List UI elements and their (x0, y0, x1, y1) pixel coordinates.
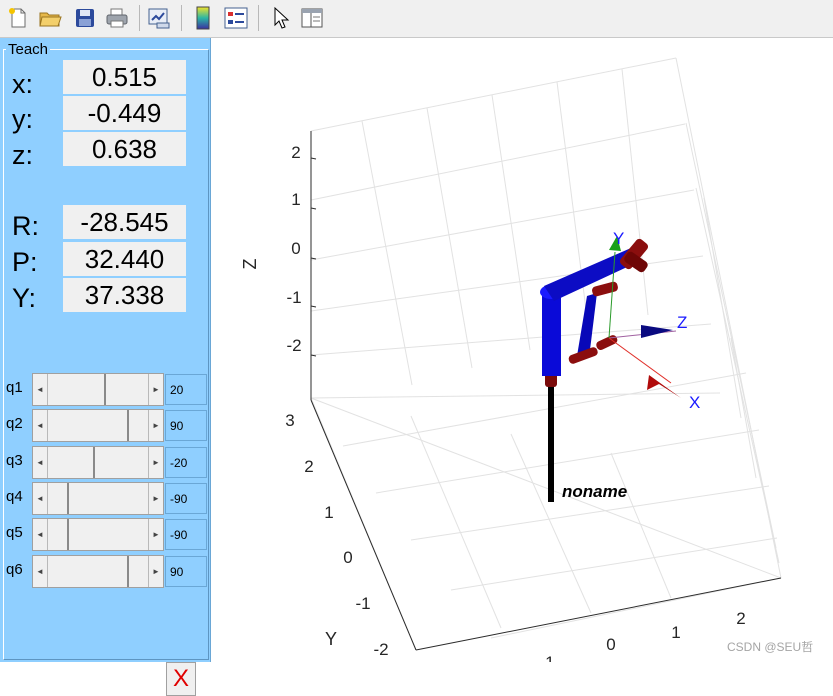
property-inspector-icon[interactable] (298, 4, 326, 32)
colorbar-icon[interactable] (189, 4, 217, 32)
z-axis-label: Z (240, 259, 260, 270)
y-tick-label: -2 (373, 640, 388, 659)
slider-thumb[interactable] (67, 483, 70, 514)
y-tick-label: 1 (324, 503, 333, 522)
toolbar (0, 0, 833, 38)
slider-left-arrow-icon[interactable]: ◄ (33, 410, 48, 441)
teach-panel: Teach x: 0.515 y: -0.449 z: 0.638 R: -28… (0, 38, 211, 696)
robot-name-label: noname (562, 482, 627, 501)
close-button[interactable]: X (166, 662, 196, 696)
z-tick-label: -1 (286, 288, 301, 307)
z-ticks (310, 157, 317, 357)
frame-y-label: Y (613, 229, 624, 248)
pitch-label: P: (12, 247, 38, 277)
joint-label-q6: q6 (6, 561, 23, 578)
joint-label-q1: q1 (6, 379, 23, 396)
slider-thumb[interactable] (126, 410, 129, 441)
teach-panel-title: Teach (6, 41, 51, 58)
joint-slider-q3[interactable]: ◄ ► (32, 446, 164, 479)
slider-thumb[interactable] (67, 519, 70, 550)
legend-icon[interactable] (222, 4, 250, 32)
slider-left-arrow-icon[interactable]: ◄ (33, 374, 48, 405)
new-file-icon[interactable] (4, 4, 32, 32)
slider-right-arrow-icon[interactable]: ► (148, 519, 163, 550)
yaw-label: Y: (12, 283, 37, 313)
x-tick-label: 1 (671, 623, 680, 642)
joint-value-q1[interactable]: 20 (165, 374, 207, 405)
link-plot-icon[interactable] (145, 4, 173, 32)
joint-value-q2[interactable]: 90 (165, 410, 207, 441)
slider-thumb[interactable] (126, 556, 129, 587)
y-axis-label: Y (325, 629, 337, 649)
y-label: y: (12, 104, 34, 134)
z-tick-label: 2 (291, 143, 300, 162)
joint-value-q6[interactable]: 90 (165, 556, 207, 587)
slider-right-arrow-icon[interactable]: ► (148, 447, 163, 478)
joint-slider-q2[interactable]: ◄ ► (32, 409, 164, 442)
toolbar-separator (139, 5, 140, 31)
slider-left-arrow-icon[interactable]: ◄ (33, 519, 48, 550)
joint-slider-q4[interactable]: ◄ ► (32, 482, 164, 515)
joint-label-q5: q5 (6, 524, 23, 541)
slider-thumb[interactable] (104, 374, 107, 405)
y-tick-label: 0 (343, 548, 352, 567)
yaw-value: 37.338 (63, 278, 186, 312)
z-tick-label: -2 (286, 336, 301, 355)
y-value: -0.449 (63, 96, 186, 130)
joint-label-q3: q3 (6, 452, 23, 469)
joint-label-q2: q2 (6, 415, 23, 432)
pointer-icon[interactable] (266, 4, 294, 32)
y-tick-label: -1 (355, 594, 370, 613)
joint-value-q4[interactable]: -90 (165, 483, 207, 514)
joint-label-q4: q4 (6, 488, 23, 505)
joint-slider-q6[interactable]: ◄ ► (32, 555, 164, 588)
slider-right-arrow-icon[interactable]: ► (148, 556, 163, 587)
slider-left-arrow-icon[interactable]: ◄ (33, 447, 48, 478)
slider-right-arrow-icon[interactable]: ► (148, 410, 163, 441)
robot-3d-plot[interactable]: 2 1 0 -1 -2 Z 3 2 1 0 -1 -2 Y -1 0 1 2 (211, 38, 833, 662)
slider-right-arrow-icon[interactable]: ► (148, 483, 163, 514)
x-tick-label: 2 (736, 609, 745, 628)
y-tick-label: 3 (285, 411, 294, 430)
y-tick-label: 2 (304, 457, 313, 476)
slider-thumb[interactable] (92, 447, 95, 478)
open-folder-icon[interactable] (36, 4, 64, 32)
z-tick-label: 1 (291, 190, 300, 209)
z-label: z: (12, 140, 34, 170)
z-tick-label: 0 (291, 239, 300, 258)
print-icon[interactable] (103, 4, 131, 32)
slider-right-arrow-icon[interactable]: ► (148, 374, 163, 405)
frame-z-label: Z (677, 313, 687, 332)
roll-label: R: (12, 211, 39, 241)
x-tick-label: 0 (606, 635, 615, 654)
pitch-value: 32.440 (63, 242, 186, 276)
joint-slider-q5[interactable]: ◄ ► (32, 518, 164, 551)
joint-slider-q1[interactable]: ◄ ► (32, 373, 164, 406)
joint-value-q5[interactable]: -90 (165, 519, 207, 550)
toolbar-separator (181, 5, 182, 31)
watermark: CSDN @SEU哲 (727, 640, 814, 654)
joint-value-q3[interactable]: -20 (165, 447, 207, 478)
z-value: 0.638 (63, 132, 186, 166)
roll-value: -28.545 (63, 205, 186, 239)
x-label: x: (12, 69, 34, 99)
x-tick-label: -1 (539, 653, 554, 662)
frame-x-label: X (689, 393, 700, 412)
toolbar-separator (258, 5, 259, 31)
slider-left-arrow-icon[interactable]: ◄ (33, 556, 48, 587)
slider-left-arrow-icon[interactable]: ◄ (33, 483, 48, 514)
x-value: 0.515 (63, 60, 186, 94)
save-icon[interactable] (71, 4, 99, 32)
